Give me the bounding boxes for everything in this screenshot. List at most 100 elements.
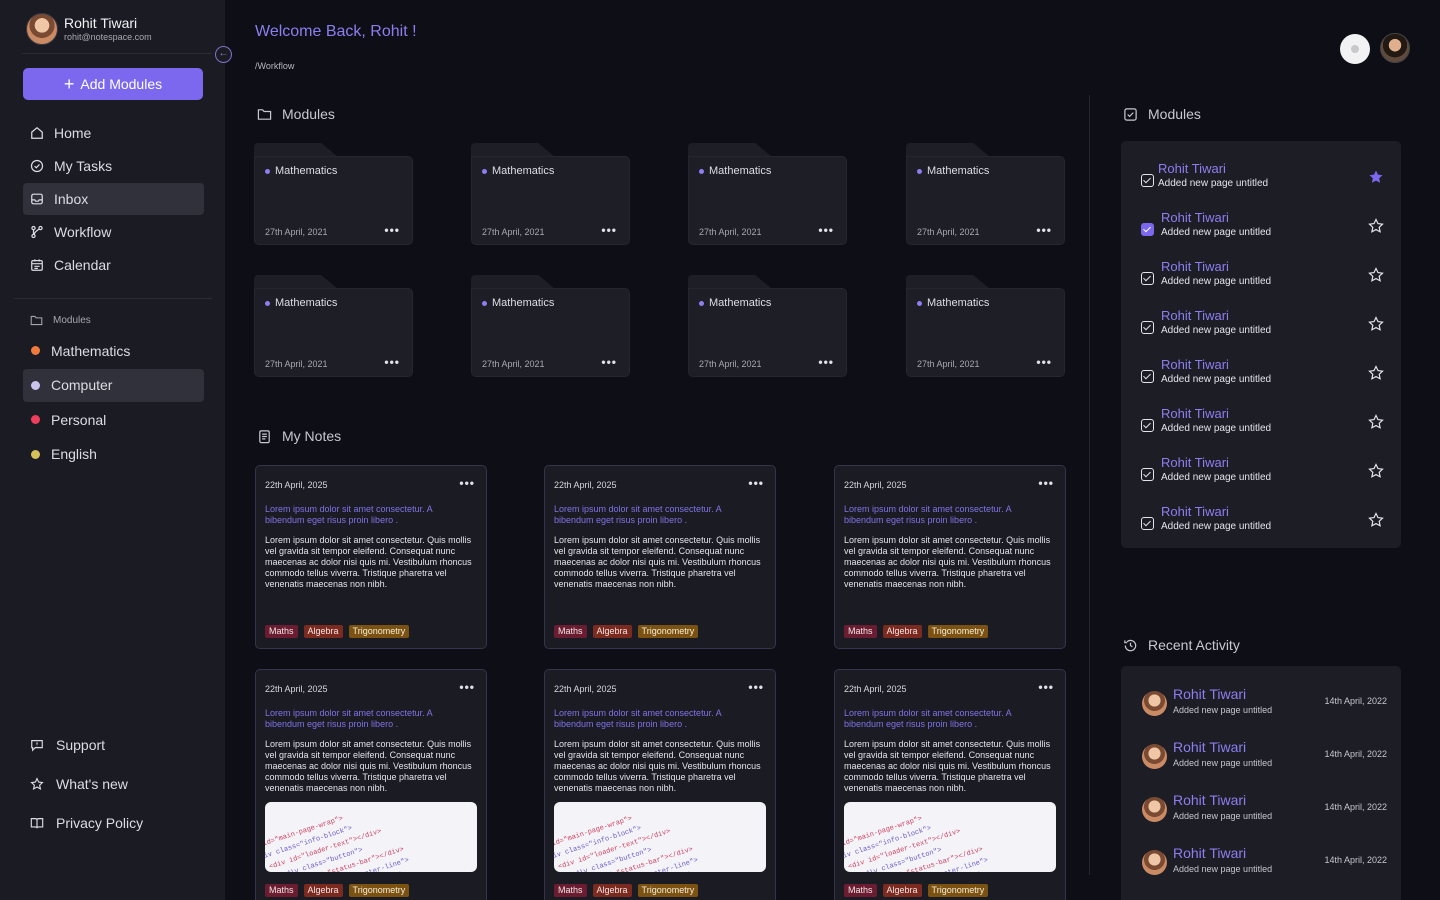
note-card[interactable]: 22th April, 2025 ••• Lorem ipsum dolor s… bbox=[834, 669, 1066, 900]
activity-item[interactable]: Rohit Tiwari Added new page untitled 14t… bbox=[1142, 686, 1387, 726]
tag-maths[interactable]: Maths bbox=[265, 884, 298, 897]
tag-trigonometry[interactable]: Trigonometry bbox=[927, 884, 989, 897]
avatar[interactable] bbox=[1380, 33, 1410, 63]
privacy-policy-link[interactable]: Privacy Policy bbox=[30, 815, 200, 831]
more-options-icon[interactable]: ••• bbox=[748, 680, 764, 694]
list-item[interactable]: Rohit Tiwari Added new page untitled bbox=[1141, 210, 1386, 250]
star-icon[interactable] bbox=[1368, 414, 1384, 430]
list-item[interactable]: Rohit Tiwari Added new page untitled bbox=[1141, 259, 1386, 299]
more-options-icon[interactable]: ••• bbox=[601, 355, 617, 369]
tag-trigonometry[interactable]: Trigonometry bbox=[637, 625, 699, 638]
nav-item-inbox[interactable]: Inbox bbox=[23, 183, 204, 215]
nav-label: Home bbox=[54, 125, 92, 141]
star-icon[interactable] bbox=[1368, 316, 1384, 332]
module-card[interactable]: Mathematics 27th April, 2021 ••• bbox=[254, 275, 413, 377]
tag-algebra[interactable]: Algebra bbox=[303, 625, 343, 638]
activity-description: Added new page untitled bbox=[1173, 864, 1273, 874]
tag-algebra[interactable]: Algebra bbox=[303, 884, 343, 897]
tag-trigonometry[interactable]: Trigonometry bbox=[348, 884, 410, 897]
checkbox[interactable] bbox=[1141, 174, 1154, 187]
tag-maths[interactable]: Maths bbox=[265, 625, 298, 638]
more-options-icon[interactable]: ••• bbox=[601, 223, 617, 237]
list-item[interactable]: Rohit Tiwari Added new page untitled bbox=[1141, 357, 1386, 397]
list-item[interactable]: Rohit Tiwari Added new page untitled bbox=[1141, 308, 1386, 348]
module-item-personal[interactable]: Personal bbox=[23, 403, 204, 436]
note-body: Lorem ipsum dolor sit amet consectetur. … bbox=[554, 739, 761, 793]
tag-algebra[interactable]: Algebra bbox=[882, 884, 922, 897]
user-name: Rohit Tiwari bbox=[64, 15, 138, 31]
activity-item[interactable]: Rohit Tiwari Added new page untitled 14t… bbox=[1142, 845, 1387, 885]
nav-item-calendar[interactable]: Calendar bbox=[23, 249, 204, 281]
nav-item-home[interactable]: Home bbox=[23, 117, 204, 149]
tag-maths[interactable]: Maths bbox=[844, 884, 877, 897]
tag-algebra[interactable]: Algebra bbox=[882, 625, 922, 638]
module-card[interactable]: Mathematics 27th April, 2021 ••• bbox=[471, 275, 630, 377]
module-item-mathematics[interactable]: Mathematics bbox=[23, 334, 204, 367]
tag-trigonometry[interactable]: Trigonometry bbox=[927, 625, 989, 638]
module-item-computer[interactable]: Computer bbox=[23, 368, 204, 402]
more-options-icon[interactable]: ••• bbox=[384, 223, 400, 237]
add-modules-button[interactable]: + Add Modules bbox=[23, 68, 203, 100]
list-item[interactable]: Rohit Tiwari Added new page untitled bbox=[1141, 161, 1386, 201]
module-card[interactable]: Mathematics 27th April, 2021 ••• bbox=[471, 143, 630, 245]
module-card[interactable]: Mathematics 27th April, 2021 ••• bbox=[906, 275, 1065, 377]
more-options-icon[interactable]: ••• bbox=[1038, 476, 1054, 490]
list-item[interactable]: Rohit Tiwari Added new page untitled bbox=[1141, 406, 1386, 446]
avatar[interactable] bbox=[26, 13, 58, 45]
module-card[interactable]: Mathematics 27th April, 2021 ••• bbox=[906, 143, 1065, 245]
more-options-icon[interactable]: ••• bbox=[818, 355, 834, 369]
checkbox[interactable] bbox=[1141, 517, 1154, 530]
module-label: Personal bbox=[51, 411, 107, 428]
list-item[interactable]: Rohit Tiwari Added new page untitled bbox=[1141, 455, 1386, 495]
module-card[interactable]: Mathematics 27th April, 2021 ••• bbox=[254, 143, 413, 245]
tag-trigonometry[interactable]: Trigonometry bbox=[637, 884, 699, 897]
more-options-icon[interactable]: ••• bbox=[1038, 680, 1054, 694]
user-profile[interactable]: Rohit Tiwari rohit@notespace.com bbox=[26, 13, 152, 45]
checkbox[interactable] bbox=[1141, 272, 1154, 285]
star-icon[interactable] bbox=[1368, 365, 1384, 381]
note-card[interactable]: 22th April, 2025 ••• Lorem ipsum dolor s… bbox=[544, 669, 776, 900]
note-card[interactable]: 22th April, 2025 ••• Lorem ipsum dolor s… bbox=[834, 465, 1066, 649]
more-options-icon[interactable]: ••• bbox=[748, 476, 764, 490]
tag-maths[interactable]: Maths bbox=[844, 625, 877, 638]
checkbox[interactable] bbox=[1141, 419, 1154, 432]
tag-trigonometry[interactable]: Trigonometry bbox=[348, 625, 410, 638]
tag-maths[interactable]: Maths bbox=[554, 884, 587, 897]
star-icon[interactable] bbox=[1368, 218, 1384, 234]
checkbox[interactable] bbox=[1141, 468, 1154, 481]
collapse-sidebar-button[interactable]: ← bbox=[215, 46, 232, 63]
activity-item[interactable]: Rohit Tiwari Added new page untitled 14t… bbox=[1142, 792, 1387, 832]
support-link[interactable]: Support bbox=[30, 737, 200, 753]
theme-toggle-button[interactable] bbox=[1340, 34, 1370, 64]
star-icon[interactable] bbox=[1368, 512, 1384, 528]
star-icon[interactable] bbox=[1368, 463, 1384, 479]
note-card[interactable]: 22th April, 2025 ••• Lorem ipsum dolor s… bbox=[544, 465, 776, 649]
note-card[interactable]: 22th April, 2025 ••• Lorem ipsum dolor s… bbox=[255, 669, 487, 900]
note-card[interactable]: 22th April, 2025 ••• Lorem ipsum dolor s… bbox=[255, 465, 487, 649]
checkbox[interactable] bbox=[1141, 321, 1154, 334]
tag-maths[interactable]: Maths bbox=[554, 625, 587, 638]
tag-algebra[interactable]: Algebra bbox=[592, 884, 632, 897]
nav-item-workflow[interactable]: Workflow bbox=[23, 216, 204, 248]
breadcrumb[interactable]: /Workflow bbox=[255, 61, 294, 71]
more-options-icon[interactable]: ••• bbox=[1036, 355, 1052, 369]
whats-new-link[interactable]: What's new bbox=[30, 776, 200, 792]
module-color-dot bbox=[31, 380, 40, 390]
module-card[interactable]: Mathematics 27th April, 2021 ••• bbox=[688, 275, 847, 377]
module-item-english[interactable]: English bbox=[23, 438, 204, 471]
tag-algebra[interactable]: Algebra bbox=[592, 625, 632, 638]
more-options-icon[interactable]: ••• bbox=[1036, 223, 1052, 237]
activity-item[interactable]: Rohit Tiwari Added new page untitled 14t… bbox=[1142, 739, 1387, 779]
more-options-icon[interactable]: ••• bbox=[459, 680, 475, 694]
checkbox-checked[interactable] bbox=[1141, 223, 1154, 236]
nav-item-my-tasks[interactable]: My Tasks bbox=[23, 150, 204, 182]
star-filled-icon[interactable] bbox=[1368, 169, 1384, 185]
note-lead: Lorem ipsum dolor sit amet consectetur. … bbox=[844, 504, 1012, 525]
module-card[interactable]: Mathematics 27th April, 2021 ••• bbox=[688, 143, 847, 245]
more-options-icon[interactable]: ••• bbox=[459, 476, 475, 490]
star-icon[interactable] bbox=[1368, 267, 1384, 283]
list-item[interactable]: Rohit Tiwari Added new page untitled bbox=[1141, 504, 1386, 544]
checkbox[interactable] bbox=[1141, 370, 1154, 383]
more-options-icon[interactable]: ••• bbox=[818, 223, 834, 237]
more-options-icon[interactable]: ••• bbox=[384, 355, 400, 369]
